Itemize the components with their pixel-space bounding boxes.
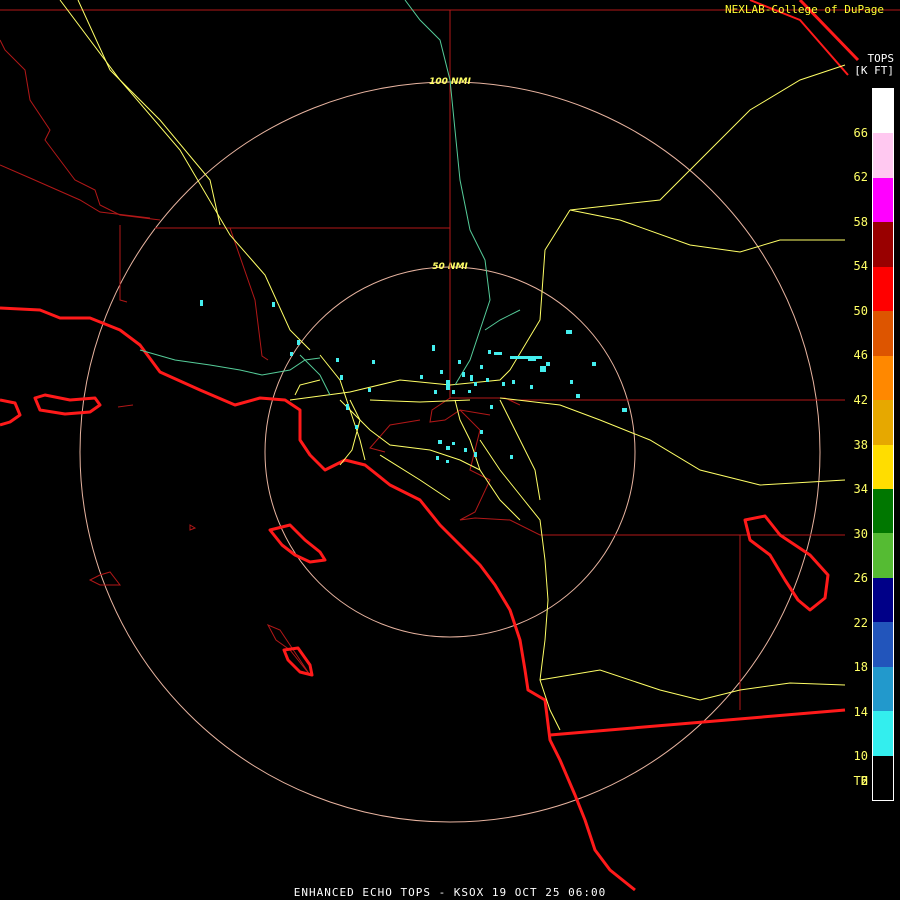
echo-cell	[488, 350, 491, 354]
legend-swatch-7	[873, 400, 893, 445]
echo-cell	[470, 375, 473, 381]
legend-tick: 22	[853, 615, 868, 630]
radar-map: 100 NMI 50 NMI	[0, 0, 900, 892]
echo-cell	[420, 375, 423, 379]
echo-cell	[462, 372, 465, 377]
legend-swatch-11	[873, 577, 893, 623]
legend-tick: 38	[853, 437, 868, 452]
echo-cell	[490, 405, 493, 409]
product-footer: ENHANCED ECHO TOPS - KSOX 19 OCT 25 06:0…	[293, 886, 607, 899]
echo-cell	[474, 452, 477, 457]
credit-label: NEXLAB-College of DuPage	[725, 3, 884, 16]
roads	[139, 0, 521, 396]
legend-swatch-4	[873, 266, 893, 312]
legend-swatch-6	[873, 355, 893, 401]
echo-cell	[510, 356, 542, 359]
legend-swatch-8	[873, 444, 893, 489]
legend-tick: 42	[853, 392, 868, 407]
legend-swatch-10	[873, 533, 893, 578]
echo-cell	[452, 390, 455, 394]
echo-cell	[474, 382, 477, 386]
echo-cell	[458, 360, 461, 364]
echo-cell	[446, 380, 450, 390]
echo-cell	[622, 408, 627, 412]
legend-tick: 54	[853, 259, 868, 274]
echo-cell	[540, 366, 546, 372]
echo-cell	[368, 388, 371, 392]
echo-cell	[434, 390, 437, 394]
echo-cell	[432, 345, 435, 351]
coastline	[0, 0, 860, 892]
legend-swatch-3	[873, 222, 893, 267]
echo-cell	[512, 380, 515, 384]
echo-cell	[436, 456, 439, 460]
legend-tick: 50	[853, 303, 868, 318]
echo-cell	[452, 442, 455, 445]
echo-cell	[372, 360, 375, 364]
legend-tick: 34	[853, 482, 868, 497]
echo-cell	[446, 446, 450, 450]
echo-cell	[272, 302, 275, 307]
echo-cell	[290, 352, 293, 356]
legend-title: TOPS [K FT]	[854, 53, 894, 77]
echo-cell	[440, 370, 443, 374]
echo-cell	[480, 365, 483, 369]
echo-cell	[546, 362, 550, 366]
echo-cell	[480, 430, 483, 434]
legend-tick: 14	[853, 704, 868, 719]
echo-cell	[566, 330, 572, 334]
legend-swatch-5	[873, 311, 893, 356]
echo-cell	[355, 425, 358, 429]
echo-cell	[528, 358, 536, 361]
echo-cell	[438, 440, 442, 444]
echo-cell	[510, 455, 513, 459]
legend-swatch-9	[873, 488, 893, 534]
legend-tick: 58	[853, 214, 868, 229]
county-borders	[0, 9, 900, 710]
legend-swatch-15	[873, 755, 893, 800]
echo-cell	[297, 340, 300, 345]
legend-tick: 26	[853, 571, 868, 586]
echo-cell	[486, 378, 489, 382]
legend-swatch-14	[873, 711, 893, 756]
echo-cell	[464, 448, 467, 452]
legend-tick: 18	[853, 660, 868, 675]
echo-cell	[468, 390, 471, 393]
legend-swatch-12	[873, 622, 893, 667]
legend-swatch-1	[873, 133, 893, 178]
echo-cell	[200, 300, 203, 306]
echo-cell	[446, 460, 449, 463]
legend-tick: 30	[853, 526, 868, 541]
legend-swatch-2	[873, 177, 893, 223]
echo-cell	[530, 385, 533, 389]
legend-title-line-2: [K FT]	[854, 64, 894, 77]
echo-cell	[336, 358, 339, 362]
echo-cell	[502, 382, 505, 386]
echo-cell	[576, 394, 580, 398]
echo-cell	[494, 352, 502, 355]
legend-tick: 66	[853, 125, 868, 140]
echo-cell	[592, 362, 596, 366]
legend-tick: TH	[853, 773, 868, 788]
color-legend-bar	[872, 88, 894, 801]
echo-cell	[346, 404, 349, 410]
echo-cell	[570, 380, 573, 384]
legend-tick: 46	[853, 348, 868, 363]
legend-swatch-13	[873, 666, 893, 712]
legend-swatch-0	[873, 89, 893, 134]
echo-cell	[340, 375, 343, 380]
legend-tick: 62	[853, 170, 868, 185]
legend-tick: 10	[853, 749, 868, 764]
